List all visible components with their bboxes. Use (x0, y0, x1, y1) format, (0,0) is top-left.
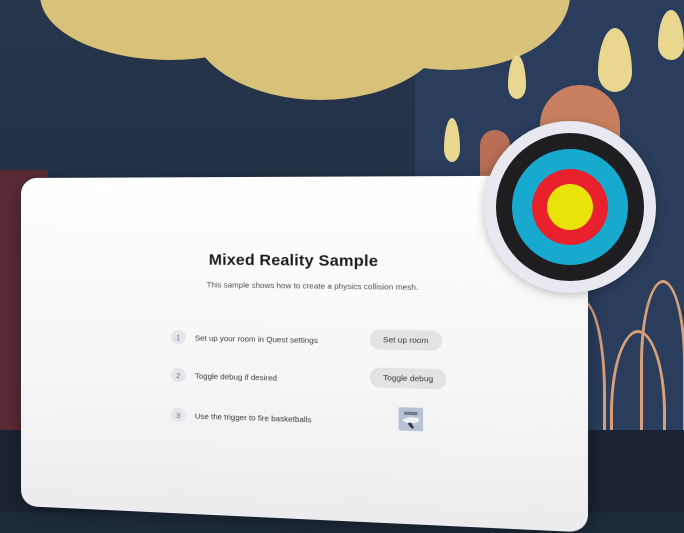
step-row-1: 1 Set up your room in Quest settings (170, 327, 318, 351)
setup-room-button[interactable]: Set up room (369, 329, 442, 351)
target-ring-red (532, 169, 608, 245)
target-ring-blue (512, 149, 628, 265)
step-text: Set up your room in Quest settings (194, 332, 318, 345)
step-number-badge: 3 (170, 407, 186, 423)
step-number-badge: 1 (170, 329, 186, 345)
target-bullseye (547, 184, 593, 230)
step-text: Toggle debug if desired (194, 370, 277, 383)
step-row-3: 3 Use the trigger to fire basketballs (170, 405, 312, 430)
step-text: Use the trigger to fire basketballs (194, 410, 312, 424)
controller-trigger-icon (398, 407, 424, 432)
panel-subtitle: This sample shows how to create a physic… (206, 280, 419, 292)
plant-stem (640, 280, 684, 446)
step-number-badge: 2 (170, 367, 186, 383)
step-row-2: 2 Toggle debug if desired (170, 365, 277, 388)
archery-target[interactable] (484, 121, 656, 293)
target-ring-black (496, 133, 644, 281)
toggle-debug-button[interactable]: Toggle debug (369, 367, 447, 390)
